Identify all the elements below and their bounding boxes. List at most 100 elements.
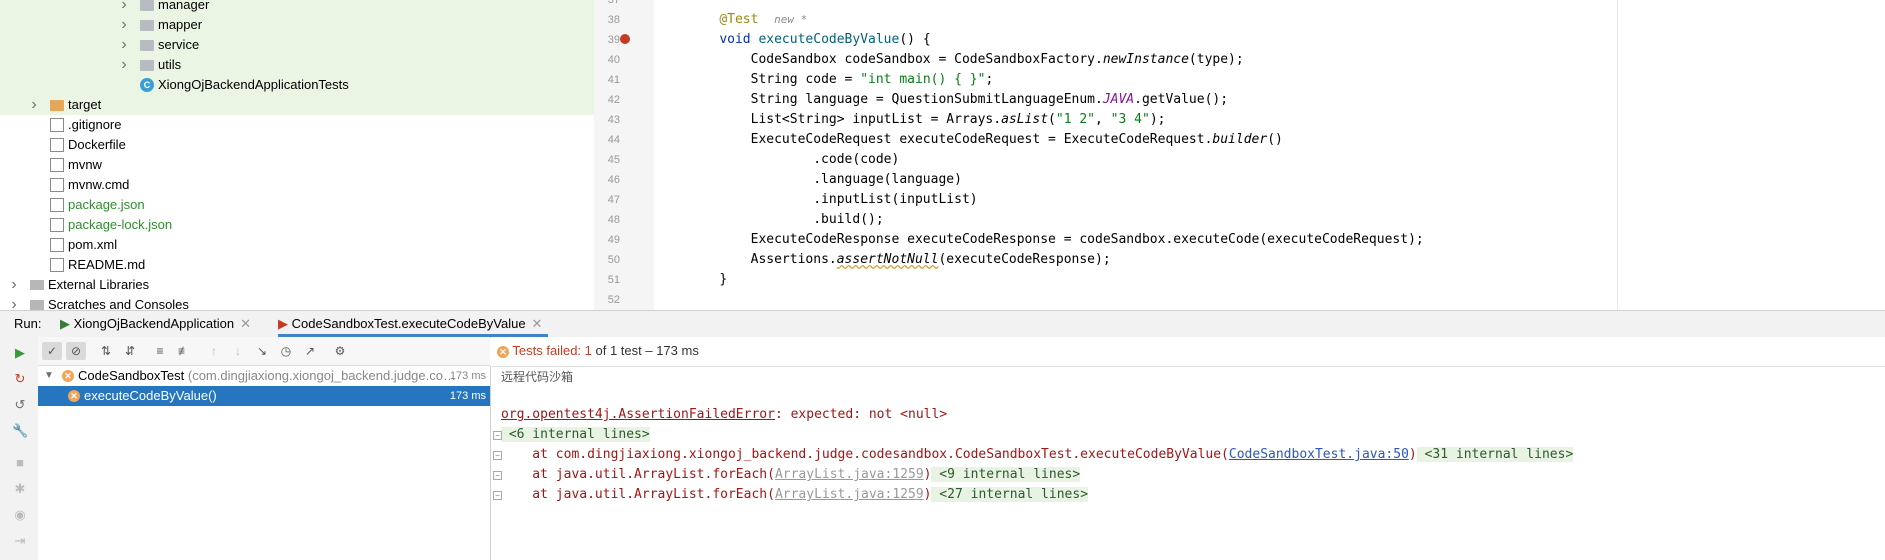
history-icon[interactable]: ◷ [276, 342, 296, 360]
tree-item[interactable]: package-lock.json [0, 215, 594, 235]
test-row-method[interactable]: ✕ executeCodeByValue() 173 ms [38, 386, 490, 406]
folder-icon [140, 60, 154, 71]
run-config-icon: ▶ [60, 316, 70, 331]
line-number: 50 [607, 254, 620, 266]
fold-icon[interactable]: − [493, 491, 502, 500]
tree-item[interactable]: › service [0, 35, 594, 55]
fold-icon[interactable]: − [493, 451, 502, 460]
export-icon[interactable]: ↗ [300, 342, 320, 360]
chevron-right-icon[interactable]: › [118, 0, 130, 15]
folder-icon [50, 100, 64, 111]
tree-item[interactable]: README.md [0, 255, 594, 275]
stack-link[interactable]: CodeSandboxTest.java:50 [1229, 447, 1409, 462]
rerun-failed-icon[interactable]: ↻ [12, 371, 28, 387]
tree-item[interactable]: › External Libraries [0, 275, 594, 295]
tree-item[interactable]: mvnw.cmd [0, 175, 594, 195]
stop-icon[interactable]: ■ [12, 455, 28, 471]
test-toolbar: ✓ ⊘ ⇅ ⇵ ≡ ≢ ↑ ↓ ↘ ◷ ↗ ⚙ [38, 337, 490, 366]
console-stack-line: at java.util.ArrayList.forEach(ArrayList… [501, 467, 1081, 482]
test-class-package: (com.dingjiaxiong.xiongoj_backend.judge.… [187, 368, 456, 383]
chevron-right-icon[interactable]: › [118, 35, 130, 55]
tree-item[interactable]: pom.xml [0, 235, 594, 255]
folder-icon [140, 0, 154, 11]
code-line-43: List<String> inputList = Arrays.asList("… [750, 112, 1166, 127]
wrench-icon[interactable]: 🔧 [12, 423, 28, 439]
tree-item[interactable]: .gitignore [0, 115, 594, 135]
console-line: 远程代码沙箱 [501, 370, 574, 384]
line-number: 48 [607, 214, 620, 226]
fold-icon[interactable]: − [493, 471, 502, 480]
code-line-48: .build(); [813, 212, 884, 227]
tree-item[interactable]: Dockerfile [0, 135, 594, 155]
test-duration: 173 ms [449, 390, 486, 402]
chevron-down-icon[interactable]: ▼ [44, 366, 54, 386]
camera-icon[interactable]: ◉ [12, 507, 28, 523]
debug-icon[interactable]: ✱ [12, 481, 28, 497]
show-ignored-icon[interactable]: ⊘ [66, 342, 86, 360]
next-failed-icon[interactable]: ↓ [228, 342, 248, 360]
tree-item-label: pom.xml [68, 237, 118, 252]
tree-item[interactable]: › mapper [0, 15, 594, 35]
sort-duration-icon[interactable]: ⇵ [120, 342, 140, 360]
code-line-42: String language = QuestionSubmitLanguage… [750, 92, 1229, 107]
test-failed-icon: ✕ [497, 346, 509, 358]
run-tool-window-header: Run: ▶ XiongOjBackendApplication ✕ ▶ Code… [0, 310, 1885, 338]
close-icon[interactable]: ✕ [532, 316, 543, 331]
line-number: 45 [607, 154, 620, 166]
test-class-name: CodeSandboxTest [78, 368, 185, 383]
code-line-51: } [719, 272, 728, 287]
chevron-right-icon[interactable]: › [118, 15, 130, 35]
chevron-right-icon[interactable]: › [28, 95, 40, 115]
code-editor[interactable]: @Test new * void executeCodeByValue() { … [654, 0, 1885, 310]
expand-all-icon[interactable]: ≡ [150, 342, 170, 360]
chevron-right-icon[interactable]: › [118, 55, 130, 75]
test-row-class[interactable]: ▼ ✕ CodeSandboxTest (com.dingjiaxiong.xi… [38, 366, 490, 386]
gear-icon[interactable]: ⚙ [330, 342, 350, 360]
sort-alpha-icon[interactable]: ⇅ [96, 342, 116, 360]
line-number: 41 [607, 74, 620, 86]
console-stack-line: at com.dingjiaxiong.xiongoj_backend.judg… [501, 447, 1574, 462]
line-number: 40 [607, 54, 620, 66]
test-duration: 173 ms [449, 370, 486, 382]
stack-link[interactable]: ArrayList.java:1259 [775, 467, 924, 482]
right-margin-guide [1617, 0, 1618, 310]
collapse-all-icon[interactable]: ≢ [174, 342, 194, 360]
tree-item-label: package-lock.json [68, 217, 173, 232]
code-line-46: .language(language) [813, 172, 962, 187]
stack-link[interactable]: ArrayList.java:1259 [775, 487, 924, 502]
tree-item[interactable]: › target [0, 95, 594, 115]
tree-item-label: XiongOjBackendApplicationTests [158, 77, 349, 92]
import-tests-icon[interactable]: ↘ [252, 342, 272, 360]
console-output[interactable]: ✕ Tests failed: 1 of 1 test – 173 ms 远程代… [491, 337, 1885, 560]
tree-item[interactable]: › manager [0, 0, 594, 15]
file-icon [50, 178, 64, 192]
tree-item[interactable]: package.json [0, 195, 594, 215]
code-line-49: ExecuteCodeResponse executeCodeResponse … [750, 232, 1424, 247]
chevron-right-icon[interactable]: › [8, 275, 20, 295]
console-internal-lines[interactable]: <6 internal lines> [501, 425, 650, 445]
tree-item-label: README.md [68, 257, 146, 272]
code-line-41: String code = "int main() { }"; [750, 72, 994, 87]
toggle-auto-test-icon[interactable]: ↺ [12, 397, 28, 413]
tree-item-label: manager [158, 0, 210, 12]
run-tab-application[interactable]: ▶ XiongOjBackendApplication ✕ [60, 311, 251, 337]
tree-item[interactable]: › Scratches and Consoles [0, 295, 594, 310]
code-line-40: CodeSandbox codeSandbox = CodeSandboxFac… [750, 52, 1244, 67]
previous-failed-icon[interactable]: ↑ [204, 342, 224, 360]
tree-item-label: Scratches and Consoles [48, 297, 189, 310]
run-test-gutter-icon[interactable] [620, 34, 630, 44]
close-icon[interactable]: ✕ [240, 316, 251, 331]
tree-item-label: mvnw.cmd [68, 177, 130, 192]
rerun-icon[interactable]: ▶ [12, 345, 28, 361]
test-failed-icon: ✕ [62, 370, 74, 382]
tree-item[interactable]: C XiongOjBackendApplicationTests [0, 75, 594, 95]
line-number: 52 [607, 294, 620, 306]
line-number: 37 [607, 0, 620, 6]
tree-item[interactable]: mvnw [0, 155, 594, 175]
exit-icon[interactable]: ⇥ [12, 533, 28, 549]
tree-item[interactable]: › utils [0, 55, 594, 75]
show-passed-icon[interactable]: ✓ [42, 342, 62, 360]
fold-icon[interactable]: − [493, 431, 502, 440]
chevron-right-icon[interactable]: › [8, 295, 20, 310]
run-tab-test[interactable]: ▶ CodeSandboxTest.executeCodeByValue ✕ [278, 311, 549, 337]
